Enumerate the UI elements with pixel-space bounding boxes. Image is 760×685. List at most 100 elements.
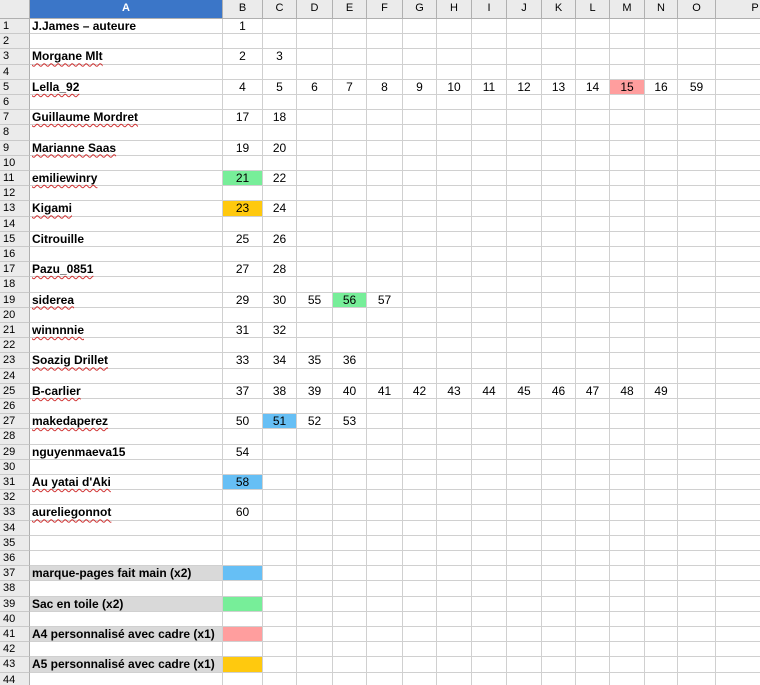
cell-a37[interactable]: marque-pages fait main (x2) bbox=[30, 566, 223, 582]
cell-m5[interactable]: 15 bbox=[610, 79, 645, 95]
cell-b27[interactable]: 50 bbox=[223, 414, 263, 430]
row-header-33[interactable]: 33 bbox=[0, 505, 30, 521]
cell-c23[interactable]: 34 bbox=[263, 353, 297, 369]
cell-b31[interactable]: 58 bbox=[223, 475, 263, 491]
row-header-17[interactable]: 17 bbox=[0, 262, 30, 278]
cell-c25[interactable]: 38 bbox=[263, 383, 297, 399]
row-header-29[interactable]: 29 bbox=[0, 444, 30, 460]
row-header-24[interactable]: 24 bbox=[0, 368, 30, 384]
cell-j5[interactable]: 12 bbox=[507, 79, 542, 95]
cell-a43[interactable]: A5 personnalisé avec cadre (x1) bbox=[30, 657, 223, 673]
cell-e25[interactable]: 40 bbox=[333, 383, 367, 399]
cell-b5[interactable]: 4 bbox=[223, 79, 263, 95]
cell-d23[interactable]: 35 bbox=[297, 353, 333, 369]
column-header-l[interactable]: L bbox=[576, 0, 610, 19]
cell-a39[interactable]: Sac en toile (x2) bbox=[30, 596, 223, 612]
row-header-22[interactable]: 22 bbox=[0, 338, 30, 354]
row-header-42[interactable]: 42 bbox=[0, 642, 30, 658]
cell-g5[interactable]: 9 bbox=[403, 79, 437, 95]
cell-a17[interactable]: Pazu_0851 bbox=[30, 262, 223, 278]
cell-b29[interactable]: 54 bbox=[223, 444, 263, 460]
row-header-31[interactable]: 31 bbox=[0, 475, 30, 491]
row-header-4[interactable]: 4 bbox=[0, 64, 30, 80]
cell-b43[interactable] bbox=[223, 657, 263, 673]
row-header-32[interactable]: 32 bbox=[0, 490, 30, 506]
cell-b37[interactable] bbox=[223, 566, 263, 582]
cell-m25[interactable]: 48 bbox=[610, 383, 645, 399]
column-header-n[interactable]: N bbox=[645, 0, 678, 19]
row-header-26[interactable]: 26 bbox=[0, 399, 30, 415]
cell-l5[interactable]: 14 bbox=[576, 79, 610, 95]
cell-f25[interactable]: 41 bbox=[367, 383, 403, 399]
row-header-38[interactable]: 38 bbox=[0, 581, 30, 597]
cell-o5[interactable]: 59 bbox=[678, 79, 716, 95]
cell-b25[interactable]: 37 bbox=[223, 383, 263, 399]
cell-b41[interactable] bbox=[223, 627, 263, 643]
cell-b17[interactable]: 27 bbox=[223, 262, 263, 278]
column-header-a[interactable]: A bbox=[30, 0, 223, 19]
column-header-o[interactable]: O bbox=[678, 0, 716, 19]
row-header-21[interactable]: 21 bbox=[0, 323, 30, 339]
select-all-corner[interactable] bbox=[0, 0, 30, 19]
cell-b11[interactable]: 21 bbox=[223, 171, 263, 187]
cell-i25[interactable]: 44 bbox=[472, 383, 507, 399]
cell-b39[interactable] bbox=[223, 596, 263, 612]
column-header-k[interactable]: K bbox=[542, 0, 576, 19]
cell-c5[interactable]: 5 bbox=[263, 79, 297, 95]
row-header-34[interactable]: 34 bbox=[0, 520, 30, 536]
cell-c7[interactable]: 18 bbox=[263, 110, 297, 126]
cell-c11[interactable]: 22 bbox=[263, 171, 297, 187]
cell-a33[interactable]: aureliegonnot bbox=[30, 505, 223, 521]
row-header-30[interactable]: 30 bbox=[0, 459, 30, 475]
cell-a13[interactable]: Kigami bbox=[30, 201, 223, 217]
cell-g25[interactable]: 42 bbox=[403, 383, 437, 399]
column-header-c[interactable]: C bbox=[263, 0, 297, 19]
cell-b19[interactable]: 29 bbox=[223, 292, 263, 308]
cell-a31[interactable]: Au yatai d'Aki bbox=[30, 475, 223, 491]
cell-c21[interactable]: 32 bbox=[263, 323, 297, 339]
cell-d19[interactable]: 55 bbox=[297, 292, 333, 308]
cell-b15[interactable]: 25 bbox=[223, 231, 263, 247]
row-header-13[interactable]: 13 bbox=[0, 201, 30, 217]
cell-a3[interactable]: Morgane Mlt bbox=[30, 49, 223, 65]
cell-e23[interactable]: 36 bbox=[333, 353, 367, 369]
row-header-20[interactable]: 20 bbox=[0, 307, 30, 323]
column-header-h[interactable]: H bbox=[437, 0, 472, 19]
cell-e27[interactable]: 53 bbox=[333, 414, 367, 430]
cell-a29[interactable]: nguyenmaeva15 bbox=[30, 444, 223, 460]
row-header-28[interactable]: 28 bbox=[0, 429, 30, 445]
row-header-6[interactable]: 6 bbox=[0, 95, 30, 111]
cell-c17[interactable]: 28 bbox=[263, 262, 297, 278]
row-header-23[interactable]: 23 bbox=[0, 353, 30, 369]
row-header-10[interactable]: 10 bbox=[0, 155, 30, 171]
row-header-12[interactable]: 12 bbox=[0, 186, 30, 202]
cell-a11[interactable]: emiliewinry bbox=[30, 171, 223, 187]
row-header-18[interactable]: 18 bbox=[0, 277, 30, 293]
cell-l25[interactable]: 47 bbox=[576, 383, 610, 399]
row-header-37[interactable]: 37 bbox=[0, 566, 30, 582]
cell-j25[interactable]: 45 bbox=[507, 383, 542, 399]
cell-b7[interactable]: 17 bbox=[223, 110, 263, 126]
cell-b23[interactable]: 33 bbox=[223, 353, 263, 369]
cell-a7[interactable]: Guillaume Mordret bbox=[30, 110, 223, 126]
row-header-9[interactable]: 9 bbox=[0, 140, 30, 156]
cell-a21[interactable]: winnnnie bbox=[30, 323, 223, 339]
cell-c13[interactable]: 24 bbox=[263, 201, 297, 217]
row-header-40[interactable]: 40 bbox=[0, 611, 30, 627]
cell-a41[interactable]: A4 personnalisé avec cadre (x1) bbox=[30, 627, 223, 643]
row-header-14[interactable]: 14 bbox=[0, 216, 30, 232]
column-header-d[interactable]: D bbox=[297, 0, 333, 19]
row-header-36[interactable]: 36 bbox=[0, 551, 30, 567]
row-header-27[interactable]: 27 bbox=[0, 414, 30, 430]
cell-b1[interactable]: 1 bbox=[223, 19, 263, 35]
cell-k5[interactable]: 13 bbox=[542, 79, 576, 95]
cell-a19[interactable]: siderea bbox=[30, 292, 223, 308]
column-header-i[interactable]: I bbox=[472, 0, 507, 19]
cell-d5[interactable]: 6 bbox=[297, 79, 333, 95]
row-header-5[interactable]: 5 bbox=[0, 79, 30, 95]
cell-f5[interactable]: 8 bbox=[367, 79, 403, 95]
row-header-8[interactable]: 8 bbox=[0, 125, 30, 141]
row-header-19[interactable]: 19 bbox=[0, 292, 30, 308]
column-header-e[interactable]: E bbox=[333, 0, 367, 19]
cell-h5[interactable]: 10 bbox=[437, 79, 472, 95]
